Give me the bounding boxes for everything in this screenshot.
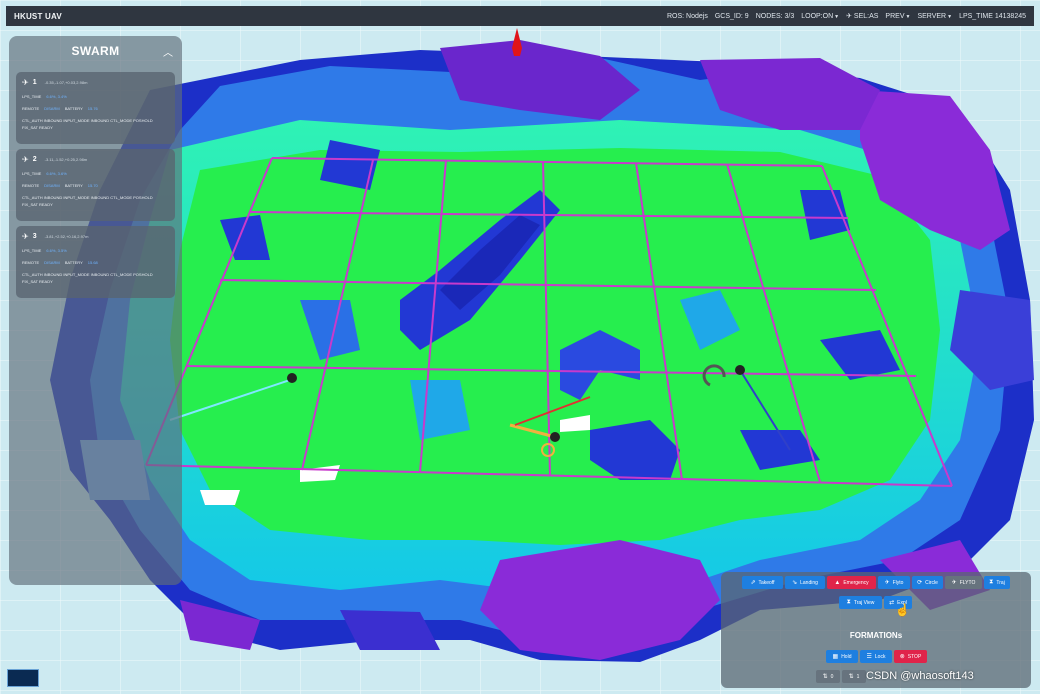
circle-button[interactable]: ⟳ Circle	[912, 576, 943, 589]
pointer-hand-icon: ☝	[895, 603, 910, 617]
uav-position: -3.81,+2.52,+0.16,2.97m	[44, 233, 89, 239]
status-bar: ROS: Nodejs GCS_ID: 9 NODES: 3/3 LOOP:ON…	[667, 12, 1026, 21]
prev-dropdown[interactable]: PREV▼	[885, 13, 910, 20]
lock-icon: ☰	[866, 654, 872, 660]
top-bar: HKUST UAV ROS: Nodejs GCS_ID: 9 NODES: 3…	[6, 6, 1034, 26]
uav-3-marker	[735, 365, 745, 375]
swap-icon: ⇄	[889, 600, 895, 606]
takeoff-button[interactable]: ⇗ Takeoff	[742, 576, 783, 589]
flyto-button[interactable]: ✈ Flyto	[878, 576, 910, 589]
uav-position: -3.11,-1.52,+0.25,2.98m	[44, 156, 88, 162]
plane-icon: ✈	[884, 580, 890, 586]
grid-icon: ▦	[832, 654, 839, 660]
uav-position: -0.35,-1.07,+0.03,2.98m	[44, 79, 88, 85]
plane-icon: ✈	[951, 580, 957, 586]
minimap-thumbnail[interactable]	[7, 669, 39, 687]
uav-card-2[interactable]: ✈ 2 -3.11,-1.52,+0.25,2.98m LPS_TIME 6.6%…	[16, 149, 175, 221]
swarm-panel: SWARM ︿ ✈ 1 -0.35,-1.07,+0.03,2.98m LPS_…	[9, 36, 182, 585]
nodes-count: NODES: 3/3	[755, 12, 795, 20]
uav-id: 3	[32, 232, 37, 240]
traj-button[interactable]: ⧗ Traj	[984, 576, 1010, 589]
watermark: CSDN @whaosoft143	[866, 670, 974, 682]
lock-button[interactable]: ☰ Lock	[860, 650, 892, 663]
stop-icon: ⊗	[899, 654, 905, 660]
uav-id: 1	[32, 78, 37, 86]
hold-button[interactable]: ▦ Hold	[826, 650, 858, 663]
hourglass-icon: ⧗	[989, 579, 994, 585]
traj-view-button[interactable]: ⧗ Traj View	[839, 596, 882, 609]
collapse-chevron-icon[interactable]: ︿	[163, 44, 173, 59]
plane-icon: ✈	[22, 154, 29, 164]
warning-icon: ▲	[834, 579, 841, 586]
swap-icon: ⇅	[822, 674, 828, 680]
emergency-button[interactable]: ▲ Emergency	[827, 576, 876, 589]
voxel-cloud	[50, 40, 1034, 662]
circle-icon: ⟳	[917, 580, 923, 586]
server-dropdown[interactable]: SERVER▼	[917, 13, 952, 20]
lps-time: LPS_TIME 14138245	[959, 12, 1026, 20]
gcs-id: GCS_ID: 9	[714, 12, 749, 20]
takeoff-icon: ⇗	[750, 580, 756, 586]
formation-1-button[interactable]: ⇅ 1	[842, 670, 866, 683]
app-title: HKUST UAV	[14, 11, 62, 21]
swarm-header: SWARM ︿	[9, 36, 182, 66]
uav-card-3[interactable]: ✈ 3 -3.81,+2.52,+0.16,2.97m LPS_TIME 6.6%…	[16, 226, 175, 298]
formations-title: FORMATIONs	[849, 631, 903, 640]
formation-0-button[interactable]: ⇅ 0	[816, 670, 840, 683]
landing-button[interactable]: ⇘ Landing	[785, 576, 825, 589]
plane-icon: ✈	[22, 231, 29, 241]
ros-status: ROS: Nodejs	[667, 12, 708, 20]
plane-icon: ✈	[22, 77, 29, 87]
loop-dropdown[interactable]: LOOP:ON▼	[801, 13, 839, 20]
swap-icon: ⇅	[848, 674, 854, 680]
stop-button[interactable]: ⊗ STOP	[894, 650, 927, 663]
landing-icon: ⇘	[792, 580, 798, 586]
uav-id: 2	[32, 155, 37, 163]
uav-card-1[interactable]: ✈ 1 -0.35,-1.07,+0.03,2.98m LPS_TIME 6.6%…	[16, 72, 175, 144]
uav-1-marker	[287, 373, 297, 383]
hourglass-icon: ⧗	[846, 599, 851, 605]
swarm-title: SWARM	[71, 44, 120, 58]
flyto-mode-button[interactable]: ✈ FLYTO	[945, 576, 982, 589]
select-dropdown[interactable]: ✈ SEL:AS	[846, 12, 878, 20]
uav-2-marker	[550, 432, 560, 442]
